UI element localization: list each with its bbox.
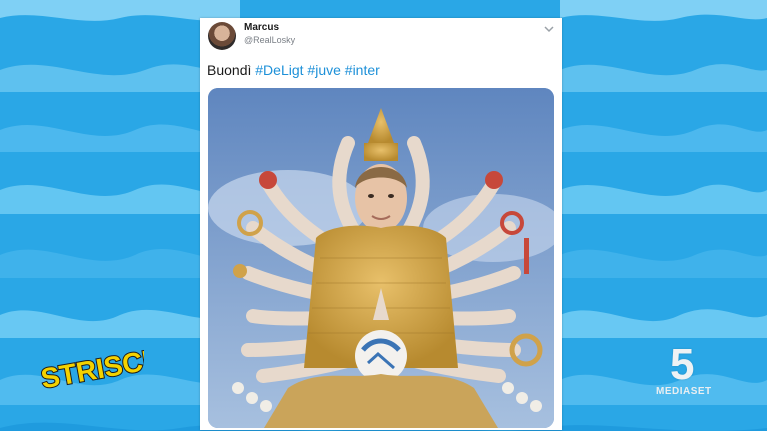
- tweet-text: Buondì #DeLigt #juve #inter: [207, 62, 380, 78]
- chevron-down-icon[interactable]: [544, 24, 554, 34]
- canale5-logo: 5 MEDIASET: [646, 340, 736, 406]
- hashtag-juve[interactable]: #juve: [307, 62, 340, 78]
- channel-network: MEDIASET: [656, 386, 712, 397]
- hashtag-inter[interactable]: #inter: [345, 62, 380, 78]
- tweet-card: Marcus @RealLosky Buondì #DeLigt #juve #…: [200, 18, 562, 430]
- deity-statue-image: [208, 88, 554, 428]
- hashtag-deligt[interactable]: #DeLigt: [255, 62, 303, 78]
- tweet-image[interactable]: [208, 88, 554, 428]
- user-name[interactable]: Marcus: [244, 22, 279, 33]
- striscia-logo-text: STRISCIA: [38, 341, 144, 394]
- striscia-logo: STRISCIA: [37, 340, 144, 395]
- user-handle[interactable]: @RealLosky: [244, 35, 295, 45]
- tweet-text-prefix: Buondì: [207, 62, 252, 78]
- channel-number: 5: [670, 340, 695, 389]
- avatar[interactable]: [208, 22, 236, 50]
